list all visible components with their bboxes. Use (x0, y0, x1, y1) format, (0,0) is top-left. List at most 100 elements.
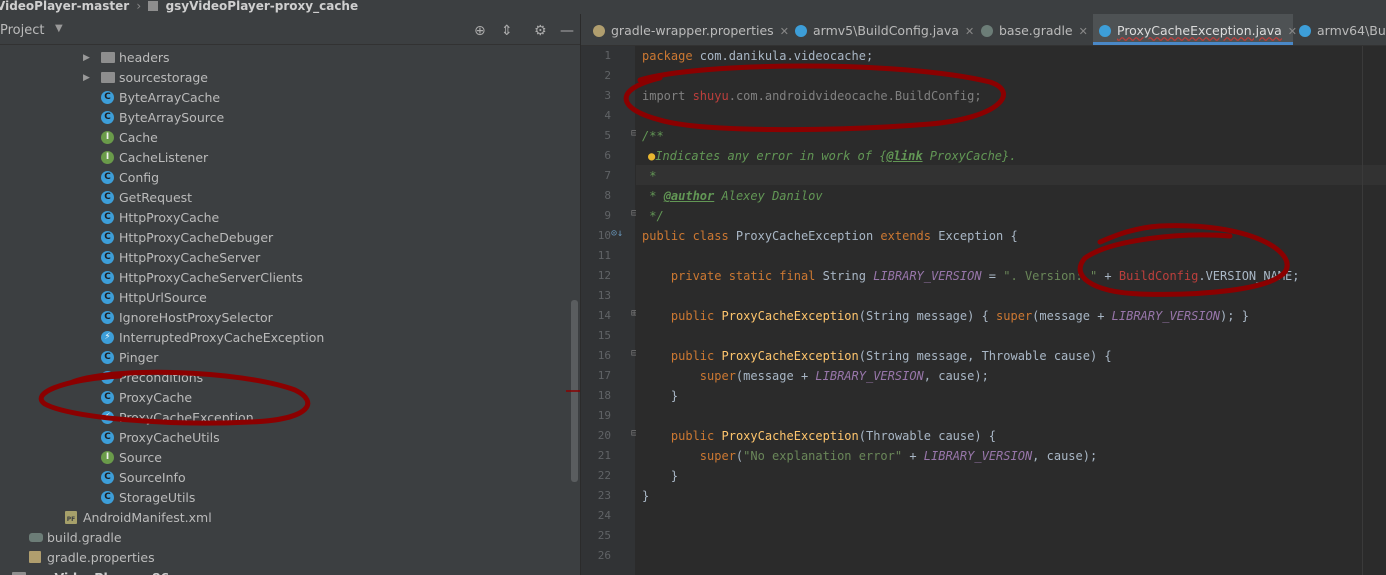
gear-icon[interactable]: ⚙ (534, 23, 547, 39)
code-line-5: /** (642, 129, 664, 143)
tree-item-label: HttpUrlSource (119, 290, 207, 305)
line-number: 10 (597, 229, 611, 242)
exception-class-icon: ⚡ (101, 411, 114, 424)
editor-tab-label: ProxyCacheException.java (1117, 23, 1282, 38)
tree-item-label: Cache (119, 130, 158, 145)
tree-item[interactable]: C ProxyCacheUtils (0, 428, 570, 448)
tree-item-label: InterruptedProxyCacheException (119, 330, 325, 345)
code-line-12: private static final String LIBRARY_VERS… (670, 269, 1300, 283)
class-icon: C (101, 291, 114, 304)
tree-item[interactable]: C ProxyCache (0, 388, 570, 408)
tree-item-label: HttpProxyCache (119, 210, 220, 225)
editor-tab[interactable]: gradle-wrapper.properties ✕ (587, 14, 795, 45)
class-icon: C (101, 391, 114, 404)
class-icon: C (101, 311, 114, 324)
line-number: 12 (597, 269, 611, 282)
tree-item[interactable]: I Source (0, 448, 570, 468)
close-tab-icon[interactable]: ✕ (780, 25, 789, 38)
hide-panel-icon[interactable]: — (560, 23, 574, 39)
folder-icon (101, 52, 115, 63)
tree-item[interactable]: C Config (0, 168, 570, 188)
line-number: 22 (597, 469, 611, 482)
tree-item[interactable]: C HttpProxyCache (0, 208, 570, 228)
folder-icon (101, 72, 115, 83)
line-number: 7 (604, 169, 611, 182)
tree-item[interactable]: gsyVideoPlayer-x86 (0, 568, 570, 575)
interface-icon: I (101, 131, 114, 144)
tree-item[interactable]: C GetRequest (0, 188, 570, 208)
code-editor[interactable]: package com.danikula.videocache; import … (636, 46, 1386, 575)
tree-item[interactable]: C HttpUrlSource (0, 288, 570, 308)
code-line-25: } (642, 489, 650, 503)
tree-item[interactable]: build.gradle (0, 528, 570, 548)
expand-arrow-icon[interactable]: ▶ (83, 48, 90, 68)
breadcrumb-item-root[interactable]: VideoPlayer-master (0, 0, 129, 12)
class-icon: C (101, 431, 114, 444)
line-number: 11 (597, 249, 611, 262)
tree-item-label: CacheListener (119, 150, 209, 165)
tree-item[interactable]: ⚡ ProxyCacheException (0, 408, 570, 428)
project-view-selector[interactable]: Project (0, 23, 44, 38)
tree-item[interactable]: C ByteArraySource (0, 108, 570, 128)
tree-item[interactable]: C HttpProxyCacheDebuger (0, 228, 570, 248)
line-number: 25 (597, 529, 611, 542)
close-tab-icon[interactable]: ✕ (1079, 25, 1088, 38)
editor-gutter: ⊟ ⊟ ⊙↓ ⊞ ⊟ ⊟ 1 2 3 4 5 6 7 8 9 10 11 12 13 14 15 16 17 18… (581, 46, 637, 575)
chevron-down-icon[interactable]: ▼ (55, 23, 63, 34)
tree-item[interactable]: I Cache (0, 128, 570, 148)
project-panel-header: Project ▼ ⊕ ⇕ ⚙ — (0, 18, 580, 45)
file-type-icon (593, 24, 605, 37)
class-icon: C (101, 491, 114, 504)
breadcrumb-item-module[interactable]: gsyVideoPlayer-proxy_cache (166, 0, 359, 12)
file-type-icon (1099, 24, 1111, 37)
tree-item[interactable]: gradle.properties (0, 548, 570, 568)
editor-tab[interactable]: armv5\BuildConfig.java ✕ (789, 14, 981, 45)
tree-item[interactable]: ▶ sourcestorage (0, 68, 570, 88)
code-line-22: public ProxyCacheException(Throwable cau… (670, 429, 997, 443)
close-tab-icon[interactable]: ✕ (965, 25, 974, 38)
editor-tab[interactable]: ProxyCacheException.java ✕ (1093, 14, 1297, 45)
tree-item[interactable]: ⚡ InterruptedProxyCacheException (0, 328, 570, 348)
tree-item[interactable]: PF AndroidManifest.xml (0, 508, 570, 528)
tree-item[interactable]: C ByteArrayCache (0, 88, 570, 108)
file-type-icon (981, 24, 993, 37)
expand-arrow-icon[interactable]: ▶ (83, 68, 90, 88)
tree-item[interactable]: C HttpProxyCacheServerClients (0, 268, 570, 288)
file-type-icon (1299, 24, 1311, 37)
tree-item-label: HttpProxyCacheServerClients (119, 270, 303, 285)
tree-item[interactable]: C IgnoreHostProxySelector (0, 308, 570, 328)
line-number: 9 (604, 209, 611, 222)
line-number: 6 (604, 149, 611, 162)
interface-icon: I (101, 451, 114, 464)
locate-icon[interactable]: ⊕ (474, 23, 486, 39)
line-number: 17 (597, 369, 611, 382)
file-type-icon (795, 24, 807, 37)
tree-item[interactable]: C Pinger (0, 348, 570, 368)
editor-tab[interactable]: base.gradle ✕ (975, 14, 1099, 45)
code-line-18: public ProxyCacheException(String messag… (670, 349, 1112, 363)
tree-item[interactable]: ▶ headers (0, 48, 570, 68)
collapse-all-icon[interactable]: ⇕ (501, 23, 513, 39)
tree-item[interactable]: I CacheListener (0, 148, 570, 168)
properties-file-icon (29, 551, 41, 563)
class-icon: C (101, 111, 114, 124)
class-icon: C (101, 171, 114, 184)
xml-file-icon: PF (65, 511, 77, 524)
tree-item-label: GetRequest (119, 190, 193, 205)
code-line-7: * (642, 169, 657, 183)
tree-item[interactable]: C SourceInfo (0, 468, 570, 488)
interface-icon: I (101, 151, 114, 164)
line-number: 18 (597, 389, 611, 402)
tree-item[interactable]: C Preconditions (0, 368, 570, 388)
tree-item-label: sourcestorage (119, 70, 208, 85)
tree-item[interactable]: C HttpProxyCacheServer (0, 248, 570, 268)
line-number: 26 (597, 549, 611, 562)
code-line-23: super("No explanation error" + LIBRARY_V… (699, 449, 1098, 463)
tree-item-label: build.gradle (47, 530, 122, 545)
editor-tab[interactable]: armv64\Buil (1293, 14, 1386, 45)
code-line-24: } (670, 469, 679, 483)
override-marker-icon[interactable]: ⊙↓ (611, 228, 623, 239)
tree-item[interactable]: C StorageUtils (0, 488, 570, 508)
project-tree-scrollbar[interactable] (571, 300, 578, 482)
tree-item-label: headers (119, 50, 170, 65)
